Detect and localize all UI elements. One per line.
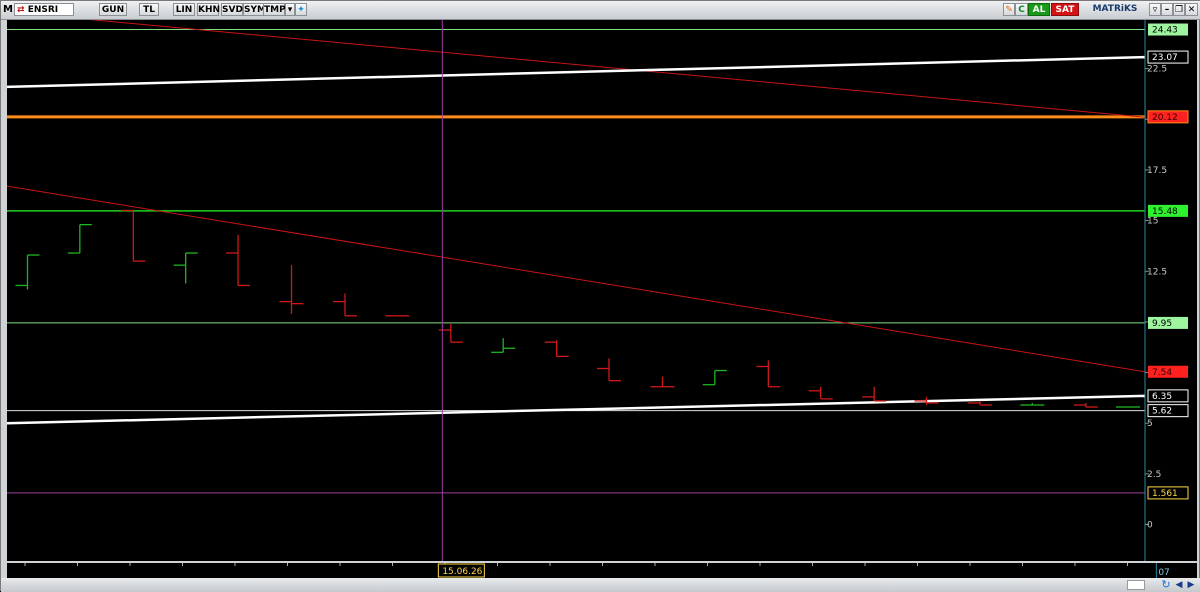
ohlc-bar <box>491 338 516 353</box>
twitter-icon[interactable]: ✦ <box>295 3 307 16</box>
ohlc-bar <box>544 340 569 358</box>
value-label-text: 5.62 <box>1152 407 1172 417</box>
tmp-button[interactable]: TMP <box>263 3 286 16</box>
value-label: 6.35 <box>1147 389 1189 403</box>
app-window: M ⇄ ENSRI GUN TL LIN KHN SVD SYM TMP ▾ ✦… <box>0 0 1200 592</box>
buy-button[interactable]: AL <box>1028 3 1050 16</box>
value-label: 7.54 <box>1148 365 1188 378</box>
scroll-thumb[interactable] <box>1127 580 1145 590</box>
symbol-field[interactable]: ⇄ ENSRI <box>14 3 74 16</box>
trendline-red-lower <box>7 185 1146 373</box>
cursor-date-text: 15.06.26 <box>442 567 482 577</box>
currency-button[interactable]: TL <box>139 3 159 16</box>
y-tick-label: 22.5 <box>1147 65 1167 75</box>
linear-scale-button[interactable]: LIN <box>173 3 195 16</box>
y-tick-label: 15 <box>1147 217 1158 227</box>
value-label: 20.12 <box>1147 110 1189 124</box>
khn-button[interactable]: KHN <box>197 3 220 16</box>
scroll-left-icon[interactable]: ◀ <box>1173 578 1185 592</box>
ohlc-bar <box>15 254 40 290</box>
value-label-text: 6.35 <box>1152 392 1172 402</box>
trendline-white-upper <box>7 55 1146 89</box>
svd-button[interactable]: SVD <box>221 3 243 16</box>
c-button[interactable]: C <box>1015 3 1028 16</box>
value-label: 23.07 <box>1147 50 1189 64</box>
ohlc-bar <box>1020 402 1045 406</box>
period-button[interactable]: GUN <box>99 3 127 16</box>
value-label: 24.43 <box>1148 23 1188 36</box>
ohlc-bar <box>597 358 622 382</box>
ohlc-bar <box>862 386 887 402</box>
value-label: 1.561 <box>1147 486 1189 500</box>
ohlc-bar <box>67 223 92 254</box>
ohlc-bar <box>808 386 833 400</box>
ohlc-bar <box>121 209 146 262</box>
y-tick-label: 12.5 <box>1147 267 1167 277</box>
ohlc-bar <box>332 293 357 317</box>
swap-icon: ⇄ <box>17 5 25 15</box>
x-axis-label: 07 <box>1158 568 1169 578</box>
ohlc-bar <box>226 234 251 287</box>
close-icon[interactable]: ✕ <box>1185 3 1198 16</box>
value-label-text: 1.561 <box>1152 489 1178 499</box>
sell-button[interactable]: SAT <box>1051 3 1079 16</box>
minimize-icon[interactable]: – <box>1161 3 1173 16</box>
status-bar: ↻ ◀ ▶ <box>1 578 1200 592</box>
value-label: 5.62 <box>1147 404 1189 418</box>
ohlc-bar <box>650 376 675 388</box>
y-tick-label: 0 <box>1147 521 1153 531</box>
sym-button[interactable]: SYM <box>243 3 266 16</box>
brand-label: MATRiKS <box>1092 4 1138 14</box>
value-label-text: 23.07 <box>1152 53 1178 63</box>
value-label-text: 9.95 <box>1152 319 1172 329</box>
refresh-icon[interactable]: ↻ <box>1159 578 1173 592</box>
ohlc-bar <box>279 265 304 314</box>
chart-area[interactable]: 02.557.51012.51517.52022.5 24.4320.1215.… <box>7 20 1197 561</box>
edit-icon[interactable]: ✎ <box>1003 3 1015 16</box>
ohlc-bar <box>967 400 992 406</box>
price-chart[interactable]: 02.557.51012.51517.52022.5 24.4320.1215.… <box>7 20 1197 561</box>
time-axis: 15.06.26 07 <box>7 563 1197 578</box>
y-tick-label: 17.5 <box>1147 166 1167 176</box>
value-label-text: 15.48 <box>1152 207 1178 217</box>
ohlc-bar <box>702 369 727 386</box>
app-logo: M <box>3 4 13 15</box>
value-label: 9.95 <box>1148 316 1188 329</box>
symbol-label: ENSRI <box>27 5 59 15</box>
ohlc-bar <box>173 252 198 284</box>
y-tick-label: 2.5 <box>1147 470 1161 480</box>
ohlc-bar <box>756 360 781 388</box>
value-label-text: 7.54 <box>1152 368 1172 378</box>
trendline-red-upper <box>89 20 1146 118</box>
value-label-text: 20.12 <box>1152 113 1178 123</box>
y-tick-label: 5 <box>1147 419 1153 429</box>
scroll-right-icon[interactable]: ▶ <box>1185 578 1197 592</box>
value-label: 15.48 <box>1148 204 1188 217</box>
trendline-white-lower <box>7 394 1146 425</box>
menu-dropdown-icon[interactable]: ▿ <box>1149 3 1161 16</box>
chart-toolbar: M ⇄ ENSRI GUN TL LIN KHN SVD SYM TMP ▾ ✦… <box>1 1 1200 20</box>
ohlc-bar <box>1073 402 1098 408</box>
restore-icon[interactable]: ❐ <box>1173 3 1185 16</box>
value-label-text: 24.43 <box>1152 26 1178 36</box>
dropdown-icon[interactable]: ▾ <box>285 3 295 16</box>
cursor-date-label: 15.06.26 <box>437 563 485 578</box>
